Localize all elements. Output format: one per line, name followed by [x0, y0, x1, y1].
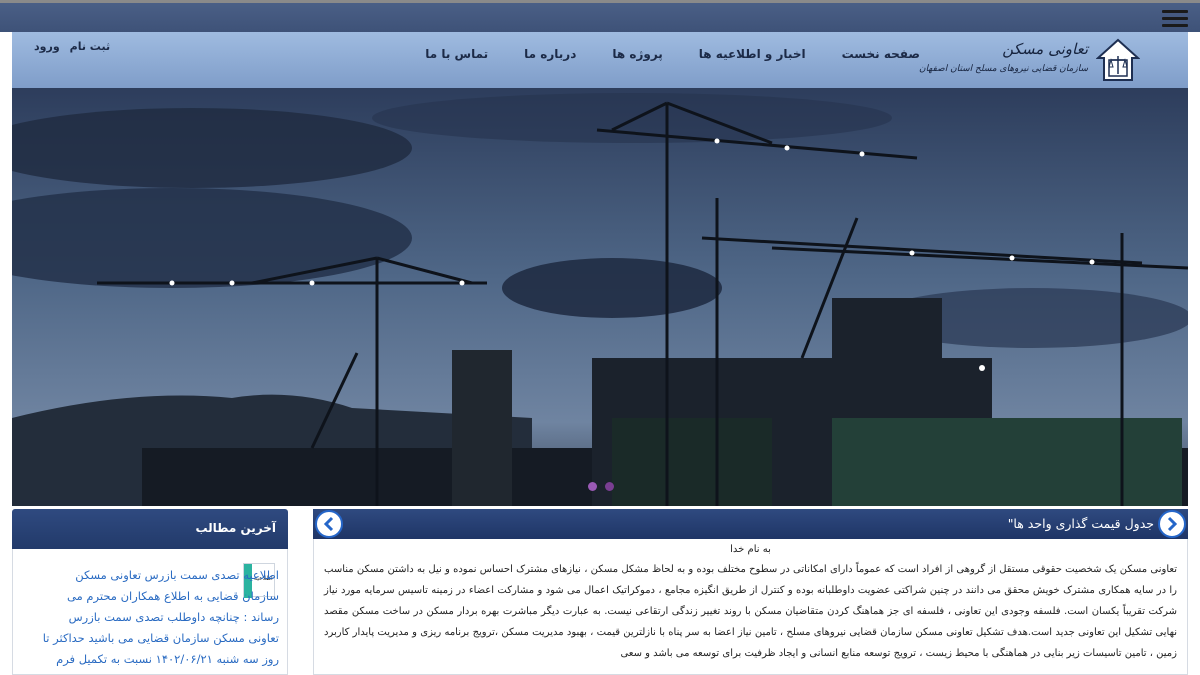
news-link[interactable]: اطلاعیه تصدی سمت بازرس تعاونی مسکن سازما…: [39, 565, 279, 675]
logo-title: تعاونی مسکن: [1002, 40, 1088, 58]
top-bar: [0, 0, 1200, 32]
content-panel: جدول قیمت گذاری واحد ها" به نام خدا تعاو…: [313, 509, 1188, 675]
house-scales-icon: [1096, 38, 1140, 81]
ticker-headline[interactable]: جدول قیمت گذاری واحد ها": [1008, 516, 1154, 531]
menu-icon[interactable]: [1162, 7, 1188, 29]
construction-cranes-image: [12, 88, 1188, 506]
slider-dots: [588, 482, 614, 491]
article-body: تعاونی مسکن یک شخصیت حقوقی مستقل از گروه…: [324, 564, 1177, 659]
slider-dot[interactable]: [605, 482, 614, 491]
main-nav: صفحه نخست اخبار و اطلاعیه ها پروژه ها در…: [407, 47, 938, 61]
latest-posts-title: آخرین مطالب: [12, 509, 288, 549]
login-link[interactable]: ورود: [34, 40, 60, 53]
news-ticker: جدول قیمت گذاری واحد ها": [313, 509, 1188, 539]
article-heading: به نام خدا: [730, 544, 771, 555]
ticker-prev-button[interactable]: [315, 510, 343, 538]
logo-subtitle: سازمان قضایی نیروهای مسلح استان اصفهان: [919, 64, 1088, 74]
latest-posts-body: اطلاعیه اطلاعیه تصدی سمت بازرس تعاونی مس…: [12, 549, 288, 675]
about-article: به نام خدا تعاونی مسکن یک شخصیت حقوقی مس…: [313, 539, 1188, 675]
hero-slider[interactable]: [12, 88, 1188, 506]
register-link[interactable]: ثبت نام: [70, 40, 110, 53]
latest-posts-panel: آخرین مطالب اطلاعیه اطلاعیه تصدی سمت باز…: [12, 509, 288, 675]
site-header: تعاونی مسکن سازمان قضایی نیروهای مسلح اس…: [12, 32, 1188, 88]
nav-news[interactable]: اخبار و اطلاعیه ها: [681, 47, 824, 61]
nav-about[interactable]: درباره ما: [506, 47, 594, 61]
auth-links: ثبت نام ورود: [34, 40, 110, 53]
ticker-next-button[interactable]: [1158, 510, 1186, 538]
site-logo[interactable]: تعاونی مسکن سازمان قضایی نیروهای مسلح اس…: [919, 36, 1140, 84]
nav-projects[interactable]: پروژه ها: [594, 47, 680, 61]
slider-dot[interactable]: [588, 482, 597, 491]
page-frame: تعاونی مسکن سازمان قضایی نیروهای مسلح اس…: [12, 32, 1188, 675]
chevron-right-icon: [1167, 516, 1178, 532]
chevron-left-icon: [323, 516, 334, 532]
nav-home[interactable]: صفحه نخست: [824, 47, 938, 61]
nav-contact[interactable]: تماس با ما: [407, 47, 506, 61]
